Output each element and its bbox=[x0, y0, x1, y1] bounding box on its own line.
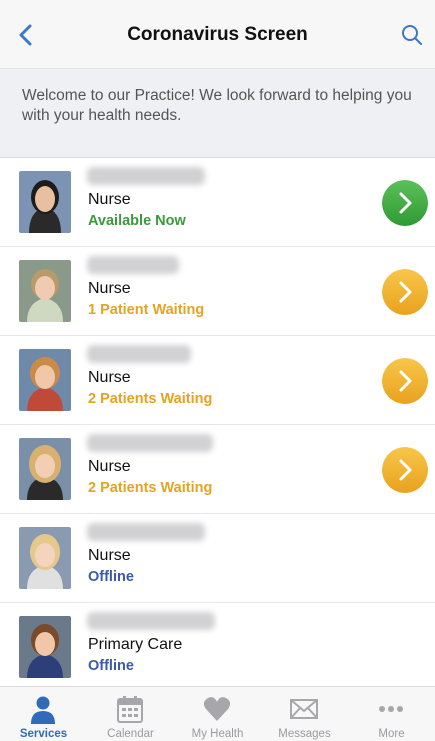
calendar-icon bbox=[117, 696, 143, 723]
tab-label: Services bbox=[19, 728, 68, 740]
tab-services[interactable]: Services bbox=[0, 687, 87, 741]
provider-role: Primary Care bbox=[88, 636, 183, 653]
search-icon[interactable] bbox=[399, 22, 425, 48]
welcome-banner: Welcome to our Practice! We look forward… bbox=[0, 69, 435, 158]
welcome-text: Welcome to our Practice! We look forward… bbox=[22, 87, 412, 124]
provider-role: Nurse bbox=[88, 458, 131, 475]
provider-role: Nurse bbox=[88, 280, 131, 297]
provider-row[interactable]: Nurse Offline bbox=[0, 514, 435, 603]
provider-avatar bbox=[19, 349, 71, 411]
chevron-right-icon[interactable] bbox=[382, 358, 428, 404]
tab-calendar[interactable]: Calendar bbox=[87, 687, 174, 741]
tab-more[interactable]: More bbox=[348, 687, 435, 741]
provider-status: Offline bbox=[88, 569, 134, 585]
provider-avatar bbox=[19, 527, 71, 589]
heart-icon bbox=[203, 697, 231, 721]
tab-my-health[interactable]: My Health bbox=[174, 687, 261, 741]
chevron-right-icon[interactable] bbox=[382, 180, 428, 226]
chevron-right-icon[interactable] bbox=[382, 447, 428, 493]
provider-status: 2 Patients Waiting bbox=[88, 480, 213, 496]
tab-label: Calendar bbox=[107, 728, 154, 740]
tab-label: My Health bbox=[191, 728, 244, 740]
nav-header: Coronavirus Screen bbox=[0, 0, 435, 69]
provider-row[interactable]: Primary Care Offline bbox=[0, 603, 435, 692]
provider-row[interactable]: Nurse Available Now bbox=[0, 158, 435, 247]
tab-messages[interactable]: Messages bbox=[261, 687, 348, 741]
provider-avatar bbox=[19, 438, 71, 500]
person-icon bbox=[31, 696, 55, 724]
provider-row[interactable]: Nurse 2 Patients Waiting bbox=[0, 336, 435, 425]
page-title: Coronavirus Screen bbox=[127, 24, 308, 45]
envelope-icon bbox=[290, 699, 318, 719]
provider-avatar bbox=[19, 616, 71, 678]
provider-role: Nurse bbox=[88, 369, 131, 386]
tab-bar: Services Calendar My Health Messages Mor… bbox=[0, 686, 435, 741]
provider-list: Nurse Available Now Nurse 1 Patient Wait… bbox=[0, 158, 435, 692]
provider-role: Nurse bbox=[88, 547, 131, 564]
provider-row[interactable]: Nurse 2 Patients Waiting bbox=[0, 425, 435, 514]
chevron-right-icon[interactable] bbox=[382, 269, 428, 315]
provider-status: 2 Patients Waiting bbox=[88, 391, 213, 407]
provider-name-obscured bbox=[87, 345, 191, 363]
provider-status: Available Now bbox=[88, 213, 186, 229]
provider-name-obscured bbox=[87, 256, 179, 274]
provider-status: 1 Patient Waiting bbox=[88, 302, 205, 318]
provider-status: Offline bbox=[88, 658, 134, 674]
provider-avatar bbox=[19, 171, 71, 233]
provider-role: Nurse bbox=[88, 191, 131, 208]
tab-label: Messages bbox=[278, 728, 331, 740]
more-dots-icon bbox=[379, 706, 403, 712]
provider-avatar bbox=[19, 260, 71, 322]
provider-name-obscured bbox=[87, 523, 205, 541]
tab-label: More bbox=[378, 728, 405, 740]
provider-name-obscured bbox=[87, 167, 205, 185]
provider-row[interactable]: Nurse 1 Patient Waiting bbox=[0, 247, 435, 336]
provider-name-obscured bbox=[87, 612, 215, 630]
provider-name-obscured bbox=[87, 434, 213, 452]
